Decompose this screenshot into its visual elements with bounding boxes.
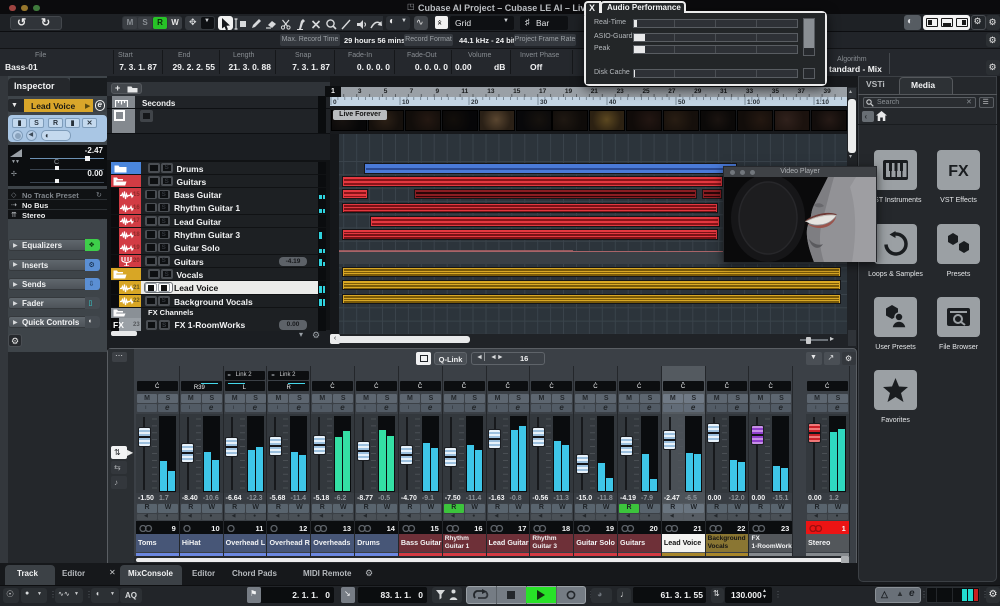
svg-text:FX: FX <box>948 163 969 180</box>
